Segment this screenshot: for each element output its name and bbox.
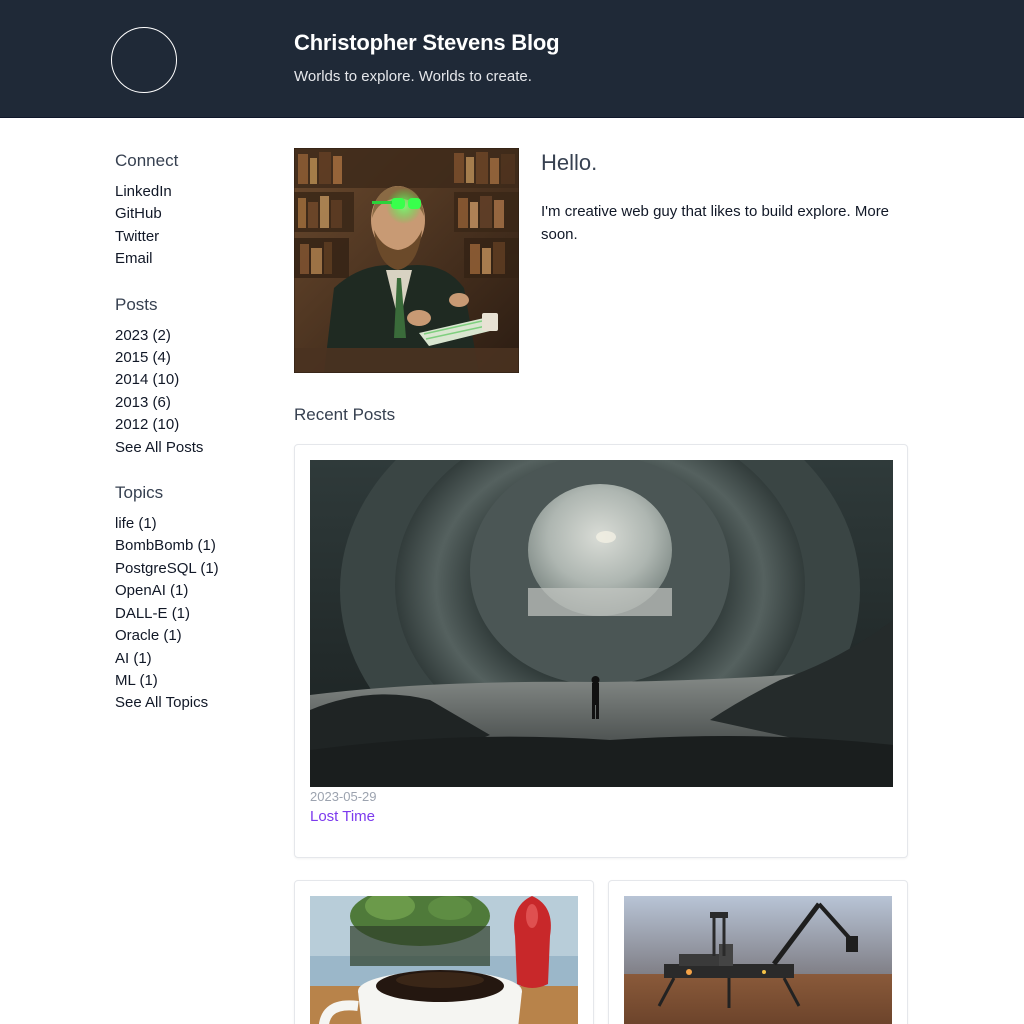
connect-link-twitter[interactable]: Twitter xyxy=(115,226,285,248)
site-header: Christopher Stevens Blog Worlds to explo… xyxy=(0,0,1024,118)
featured-post-date: 2023-05-29 xyxy=(310,789,377,804)
connect-link-linkedin[interactable]: LinkedIn xyxy=(115,181,285,203)
posts-link-2015[interactable]: 2015 (4) xyxy=(115,347,285,369)
recent-posts-heading: Recent Posts xyxy=(294,405,396,424)
topic-link-oracle[interactable]: Oracle (1) xyxy=(115,625,285,647)
topic-link-bombbomb[interactable]: BombBomb (1) xyxy=(115,535,285,557)
topic-link-ai[interactable]: AI (1) xyxy=(115,648,285,670)
featured-post-title-link[interactable]: Lost Time xyxy=(310,808,375,825)
intro-text: I'm creative web guy that likes to build… xyxy=(541,203,890,243)
topics-section: Topics life (1) BombBomb (1) PostgreSQL … xyxy=(115,482,285,715)
connect-section: Connect LinkedIn GitHub Twitter Email xyxy=(115,150,285,271)
connect-heading: Connect xyxy=(115,151,179,170)
post-card[interactable] xyxy=(608,880,908,1024)
featured-post-card[interactable]: 2023-05-29 Lost Time xyxy=(294,444,908,858)
posts-heading: Posts xyxy=(115,294,158,314)
topics-list: life (1) BombBomb (1) PostgreSQL (1) Ope… xyxy=(115,513,285,715)
connect-list: LinkedIn GitHub Twitter Email xyxy=(115,181,285,271)
posts-link-2023[interactable]: 2023 (2) xyxy=(115,325,285,347)
posts-link-2014[interactable]: 2014 (10) xyxy=(115,369,285,391)
author-portrait xyxy=(294,148,519,373)
sidebar: Connect LinkedIn GitHub Twitter Email Po… xyxy=(115,150,285,738)
see-all-posts-link[interactable]: See All Posts xyxy=(115,437,285,459)
featured-post-image[interactable] xyxy=(310,460,893,787)
site-tagline: Worlds to explore. Worlds to create. xyxy=(294,68,532,85)
post-card[interactable] xyxy=(294,880,594,1024)
topics-heading: Topics xyxy=(115,483,164,503)
connect-link-github[interactable]: GitHub xyxy=(115,203,285,225)
logo-circle[interactable] xyxy=(111,27,177,93)
post-image-coffee[interactable] xyxy=(310,896,578,1024)
posts-section: Posts 2023 (2) 2015 (4) 2014 (10) 2013 (… xyxy=(115,294,285,459)
posts-list: 2023 (2) 2015 (4) 2014 (10) 2013 (6) 201… xyxy=(115,325,285,459)
connect-link-email[interactable]: Email xyxy=(115,248,285,270)
topic-link-dall-e[interactable]: DALL-E (1) xyxy=(115,603,285,625)
post-image-lander[interactable] xyxy=(624,896,892,1024)
see-all-topics-link[interactable]: See All Topics xyxy=(115,692,285,714)
intro-heading: Hello. xyxy=(541,150,598,175)
topic-link-openai[interactable]: OpenAI (1) xyxy=(115,580,285,602)
topic-link-ml[interactable]: ML (1) xyxy=(115,670,285,692)
topic-link-life[interactable]: life (1) xyxy=(115,513,285,535)
site-title[interactable]: Christopher Stevens Blog xyxy=(294,30,560,56)
posts-link-2012[interactable]: 2012 (10) xyxy=(115,414,285,436)
posts-link-2013[interactable]: 2013 (6) xyxy=(115,392,285,414)
topic-link-postgresql[interactable]: PostgreSQL (1) xyxy=(115,558,285,580)
